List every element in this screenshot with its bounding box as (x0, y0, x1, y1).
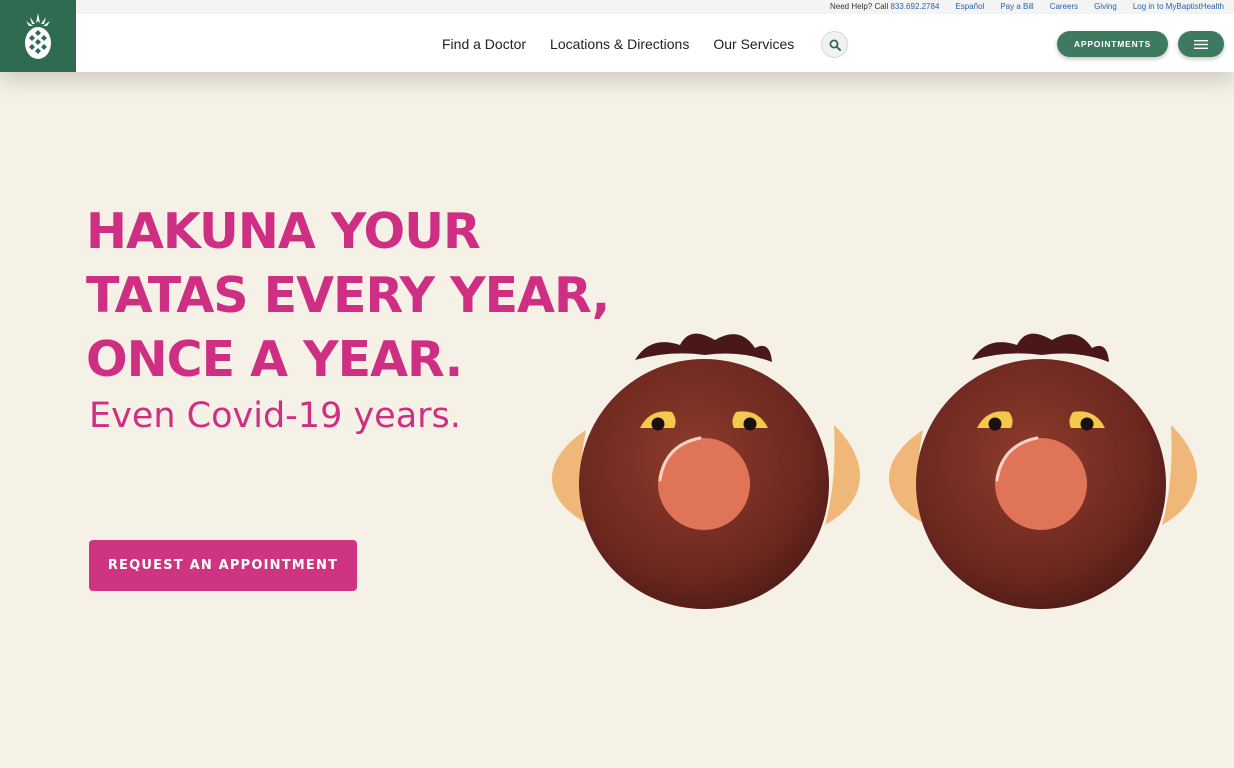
mybaptisthealth-login-link[interactable]: Log in to MyBaptistHealth (1133, 2, 1224, 11)
appointments-button[interactable]: APPOINTMENTS (1057, 31, 1168, 57)
phone-link[interactable]: 833.692.2784 (890, 2, 939, 11)
headline-line-1: HAKUNA YOUR (86, 203, 481, 260)
pineapple-logo-icon[interactable] (0, 0, 76, 72)
nav-find-doctor[interactable]: Find a Doctor (442, 36, 526, 52)
hamburger-icon (1194, 39, 1208, 49)
help-text: Need Help? Call 833.692.2784 (829, 2, 940, 11)
search-icon (829, 39, 841, 51)
hero-headline: HAKUNA YOUR TATAS EVERY YEAR, ONCE A YEA… (86, 200, 610, 392)
site-header: Need Help? Call 833.692.2784 Español Pay… (0, 0, 1234, 72)
utility-bar: Need Help? Call 833.692.2784 Español Pay… (76, 0, 1234, 14)
giving-link[interactable]: Giving (1094, 2, 1117, 11)
menu-button[interactable] (1178, 31, 1224, 57)
warthog-face-right (888, 333, 1197, 609)
request-appointment-button[interactable]: REQUEST AN APPOINTMENT (89, 540, 357, 591)
hero-subhead: Even Covid-19 years. (89, 396, 461, 436)
espanol-link[interactable]: Español (955, 2, 984, 11)
headline-line-2: TATAS EVERY YEAR, (86, 267, 610, 324)
search-button[interactable] (821, 31, 848, 58)
pay-bill-link[interactable]: Pay a Bill (1000, 2, 1033, 11)
warthog-illustration (551, 333, 1197, 609)
nav-our-services[interactable]: Our Services (713, 36, 794, 52)
warthog-face-left (551, 333, 860, 609)
careers-link[interactable]: Careers (1050, 2, 1078, 11)
headline-line-3: ONCE A YEAR. (86, 331, 463, 388)
nav-locations-directions[interactable]: Locations & Directions (550, 36, 689, 52)
main-nav: Find a Doctor Locations & Directions Our… (442, 36, 794, 52)
